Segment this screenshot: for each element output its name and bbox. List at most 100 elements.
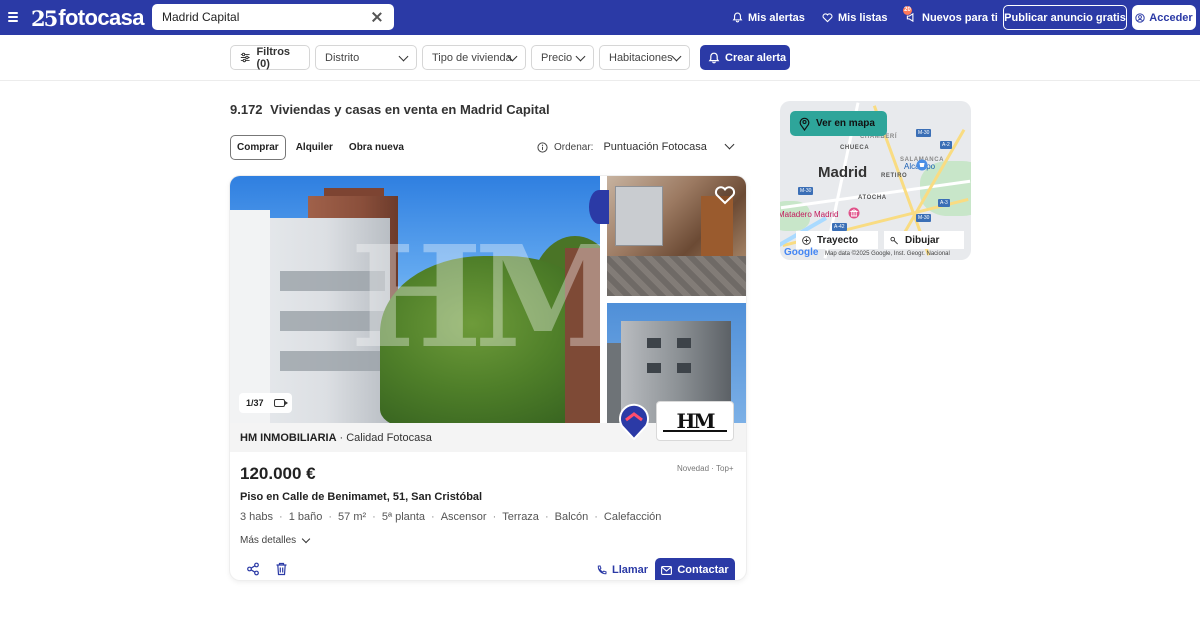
tab-obra-nueva[interactable]: Obra nueva	[343, 135, 410, 160]
map-preview[interactable]: CHAMBERÍ CHUECA SALAMANCA RETIRO ATOCHA …	[780, 101, 971, 260]
nuevos-badge: 20	[903, 6, 912, 15]
sort-selector[interactable]: Ordenar: Puntuación Fotocasa	[537, 139, 735, 155]
ver-en-mapa-button[interactable]: Ver en mapa	[790, 111, 887, 136]
map-pin-icon	[799, 117, 810, 131]
nav-nuevos-para-ti[interactable]: 20 Nuevos para ti	[903, 0, 998, 35]
clear-search-icon[interactable]	[369, 9, 385, 25]
trash-icon[interactable]	[275, 562, 288, 576]
listing-title[interactable]: Piso en Calle de Benimamet, 51, San Cris…	[240, 491, 482, 503]
map-city-label: Madrid	[818, 164, 868, 181]
tipo-vivienda-dropdown[interactable]: Tipo de vivienda	[422, 45, 526, 70]
feature-bathrooms: 1 baño	[273, 511, 323, 523]
precio-label: Precio	[541, 51, 573, 64]
fotocasa-logo[interactable]: 25 fotocasa	[31, 5, 145, 31]
filtros-label: Filtros (0)	[256, 45, 291, 70]
user-icon	[1135, 12, 1145, 23]
listing-photo-kitchen[interactable]	[607, 176, 746, 296]
agency-quality: Calidad Fotocasa	[346, 431, 432, 444]
agency-pin-peek	[589, 190, 609, 224]
bell-icon	[708, 52, 720, 63]
distrito-dropdown[interactable]: Distrito	[315, 45, 417, 70]
feature-floor: 5ª planta	[366, 511, 425, 523]
acceder-button[interactable]: Acceder	[1132, 5, 1196, 30]
search-input[interactable]	[162, 10, 362, 24]
habitaciones-dropdown[interactable]: Habitaciones	[599, 45, 690, 70]
trayecto-label: Trayecto	[817, 234, 859, 246]
llamar-label: Llamar	[612, 564, 649, 576]
precio-dropdown[interactable]: Precio	[531, 45, 594, 70]
nav-mis-alertas-label: Mis alertas	[748, 11, 805, 24]
nav-nuevos-label: Nuevos para ti	[922, 11, 998, 24]
logo-text: fotocasa	[58, 5, 144, 30]
draw-icon	[890, 236, 898, 244]
video-icon	[273, 399, 288, 407]
more-details-toggle[interactable]: Más detalles	[240, 534, 311, 546]
tab-comprar[interactable]: Comprar	[230, 135, 286, 160]
feature-area: 57 m²	[322, 511, 366, 523]
envelope-icon	[661, 565, 673, 575]
map-label-chueca: CHUECA	[840, 145, 870, 151]
feature-rooms: 3 habs	[240, 511, 274, 523]
map-shield-m30-south: M-30	[916, 214, 932, 222]
crear-alerta-button[interactable]: Crear alerta	[700, 45, 790, 70]
results-count: 9.172	[230, 102, 263, 117]
agency-name: HM INMOBILIARIA	[240, 431, 337, 444]
dibujar-label: Dibujar	[905, 234, 940, 246]
feature-elevator: Ascensor	[425, 511, 487, 523]
photo-watermark: HM	[350, 216, 600, 380]
crear-alerta-label: Crear alerta	[725, 51, 787, 64]
acceder-label: Acceder	[1149, 11, 1193, 24]
filter-bar: Filtros (0) Distrito Tipo de vivienda Pr…	[0, 35, 1200, 81]
plus-circle-icon	[802, 235, 811, 245]
sort-value: Puntuación Fotocasa	[603, 141, 707, 153]
contactar-button[interactable]: Contactar	[655, 558, 735, 580]
map-shield-a42: A-42	[832, 223, 847, 231]
share-icon[interactable]	[246, 562, 260, 576]
tab-alquiler[interactable]: Alquiler	[290, 135, 339, 160]
photo-counter: 1/37	[246, 398, 264, 408]
operation-tabs: Comprar Alquiler Obra nueva	[230, 135, 414, 160]
agency-logo[interactable]: HM	[656, 401, 734, 441]
nav-mis-listas-label: Mis listas	[838, 11, 888, 24]
top-bar: 25 fotocasa Mis alertas Mis listas 20 Nu…	[0, 0, 1200, 35]
nav-mis-listas[interactable]: Mis listas	[822, 0, 888, 35]
museum-pin-icon	[848, 207, 860, 219]
map-attribution: Map data ©2025 Google, Inst. Geogr. Naci…	[825, 251, 950, 257]
map-shield-a2: A-2	[940, 141, 952, 149]
tipo-vivienda-label: Tipo de vivienda	[432, 51, 512, 64]
logo-mark: 25	[31, 5, 58, 31]
chevron-down-icon	[671, 51, 682, 62]
listing-card[interactable]: HM 1/37 HM HM INMOBILIARIA · Calidad Fot…	[230, 176, 746, 580]
google-logo: Google	[784, 247, 819, 258]
distrito-label: Distrito	[325, 51, 360, 64]
sliders-icon	[240, 52, 250, 63]
nav-mis-alertas[interactable]: Mis alertas	[732, 0, 805, 35]
ver-en-mapa-label: Ver en mapa	[816, 118, 875, 129]
map-shield-a3: A-3	[938, 199, 950, 207]
agency-separator: ·	[339, 431, 344, 444]
map-shield-m30: M-30	[916, 129, 932, 137]
listing-price: 120.000 €	[240, 464, 316, 483]
favorite-heart-icon[interactable]	[714, 185, 736, 205]
dibujar-button[interactable]: Dibujar	[884, 231, 964, 249]
bell-icon	[732, 12, 743, 23]
info-icon	[537, 141, 548, 153]
more-details-label: Más detalles	[240, 535, 297, 546]
publicar-anuncio-button[interactable]: Publicar anuncio gratis	[1003, 5, 1127, 30]
photo-counter-badge: 1/37	[239, 393, 292, 413]
chevron-down-icon	[398, 51, 409, 62]
feature-heating: Calefacción	[588, 511, 661, 523]
chevron-down-icon	[301, 534, 311, 544]
agency-pin-icon	[619, 403, 649, 440]
map-shield-m30-west: M-30	[798, 187, 814, 195]
menu-icon[interactable]	[8, 12, 18, 22]
llamar-button[interactable]: Llamar	[596, 560, 648, 580]
feature-terrace: Terraza	[487, 511, 539, 523]
listing-features: 3 habs 1 baño 57 m² 5ª planta Ascensor T…	[240, 511, 661, 523]
results-title: 9.172 Viviendas y casas en venta en Madr…	[230, 102, 550, 117]
filtros-button[interactable]: Filtros (0)	[230, 45, 310, 70]
results-title-text: Viviendas y casas en venta en Madrid Cap…	[270, 102, 550, 117]
map-label-atocha: ATOCHA	[858, 195, 887, 201]
listing-main-photo[interactable]: HM 1/37	[230, 176, 600, 423]
habitaciones-label: Habitaciones	[609, 51, 673, 64]
